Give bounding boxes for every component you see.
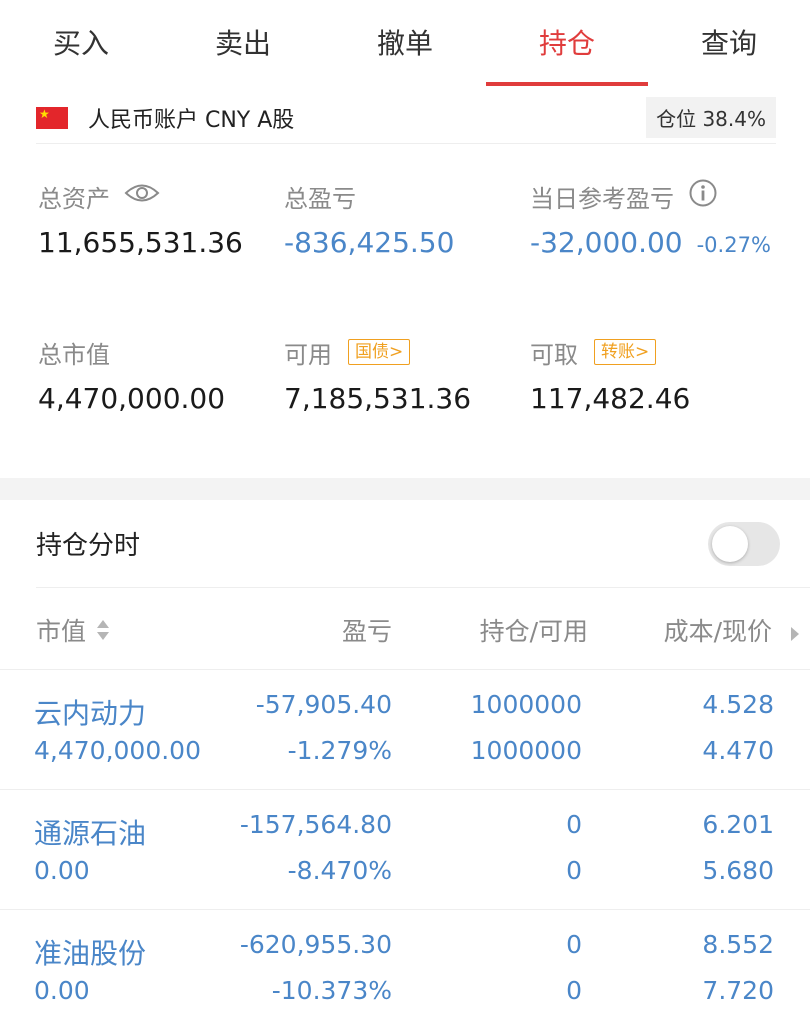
total-pl-value: -836,425.50 (284, 226, 455, 259)
stock-hold: 0 (566, 810, 582, 839)
tab-sell[interactable]: 卖出 (162, 0, 324, 88)
positions-column-header: 市值 盈亏 持仓/可用 成本/现价 (0, 588, 810, 670)
stock-hold: 1000000 (470, 690, 582, 719)
column-market-value-label: 市值 (36, 617, 87, 646)
stat-withdrawable: 可取 转账> 117,482.46 (530, 336, 690, 415)
stock-cost: 6.201 (702, 810, 774, 839)
stock-hold: 0 (566, 930, 582, 959)
tab-cancel[interactable]: 撤单 (324, 0, 486, 88)
stock-pl: -157,564.80 (239, 810, 392, 839)
total-pl-label: 总盈亏 (284, 184, 356, 213)
stock-available: 1000000 (470, 736, 582, 765)
stock-market-value: 0.00 (34, 976, 90, 1005)
section-divider (0, 478, 810, 500)
available-value: 7,185,531.36 (284, 382, 472, 415)
tab-bar: 买入 卖出 撤单 持仓 查询 (0, 0, 810, 88)
stock-cost: 8.552 (702, 930, 774, 959)
stock-available: 0 (566, 856, 582, 885)
market-value-value: 4,470,000.00 (38, 382, 226, 415)
transfer-tag[interactable]: 转账> (594, 339, 657, 365)
stock-cost: 4.528 (702, 690, 774, 719)
tab-buy[interactable]: 买入 (0, 0, 162, 88)
stat-available: 可用 国债> 7,185,531.36 (284, 336, 471, 415)
stock-pl-pct: -8.470% (287, 856, 392, 885)
available-label: 可用 (284, 340, 332, 369)
position-ratio-badge: 仓位 38.4% (646, 97, 776, 138)
stock-pl: -57,905.40 (255, 690, 392, 719)
daily-pl-value-row: -32,000.00 -0.27% (530, 226, 771, 259)
daily-pl-pct: -0.27% (696, 233, 771, 257)
scroll-right-icon[interactable] (790, 619, 800, 648)
market-value-label: 总市值 (38, 340, 110, 369)
position-row[interactable]: 通源石油 0.00 -157,564.80 -8.470% 0 0 6.201 … (0, 790, 810, 910)
stock-name[interactable]: 准油股份 (34, 932, 146, 972)
withdrawable-value: 117,482.46 (530, 382, 691, 415)
position-row[interactable]: 云内动力 4,470,000.00 -57,905.40 -1.279% 100… (0, 670, 810, 790)
stock-name[interactable]: 通源石油 (34, 812, 146, 852)
tab-query[interactable]: 查询 (648, 0, 810, 88)
stat-total-assets: 总资产 11,655,531.36 (38, 180, 243, 260)
daily-pl-label: 当日参考盈亏 (530, 184, 674, 213)
stock-name[interactable]: 云内动力 (34, 692, 146, 732)
column-price-label: 成本/现价 (663, 617, 773, 646)
position-row[interactable]: 准油股份 0.00 -620,955.30 -10.373% 0 0 8.552… (0, 910, 810, 1030)
stock-price: 7.720 (702, 976, 774, 1005)
column-market-value[interactable]: 市值 (36, 612, 110, 648)
daily-pl-value: -32,000.00 (530, 226, 683, 259)
stat-market-value: 总市值 4,470,000.00 (38, 336, 226, 416)
position-ratio-label: 仓位 (656, 107, 697, 131)
toggle-knob (712, 525, 748, 562)
stock-pl: -620,955.30 (239, 930, 392, 959)
stock-market-value: 4,470,000.00 (34, 736, 201, 765)
stock-pl-pct: -10.373% (271, 976, 392, 1005)
positions-timeline-title: 持仓分时 (36, 531, 141, 561)
stock-market-value: 0.00 (34, 856, 90, 885)
account-bar: ★ 人民币账户 CNY A股 仓位 38.4% (36, 92, 776, 144)
positions-timeline-header: 持仓分时 (36, 500, 810, 588)
sort-icon[interactable] (96, 618, 110, 648)
eye-icon[interactable] (124, 182, 160, 210)
column-price[interactable]: 成本/现价 (664, 612, 800, 648)
stock-available: 0 (566, 976, 582, 1005)
position-ratio-value: 38.4% (702, 107, 766, 131)
column-pl[interactable]: 盈亏 (342, 612, 392, 648)
total-assets-label: 总资产 (38, 184, 110, 213)
account-label[interactable]: 人民币账户 CNY A股 (88, 102, 294, 134)
total-assets-value: 11,655,531.36 (38, 226, 243, 259)
column-hold[interactable]: 持仓/可用 (480, 612, 588, 648)
withdrawable-label: 可取 (530, 340, 578, 369)
stat-daily-pl: 当日参考盈亏 -32,000.00 -0.27% (530, 178, 771, 259)
positions-timeline-toggle[interactable] (708, 521, 780, 566)
stock-price: 4.470 (702, 736, 774, 765)
treasury-bond-tag[interactable]: 国债> (348, 339, 411, 365)
info-icon[interactable] (688, 178, 718, 214)
china-flag-icon: ★ (36, 106, 68, 129)
stock-pl-pct: -1.279% (287, 736, 392, 765)
stat-total-pl: 总盈亏 -836,425.50 (284, 180, 455, 260)
stock-price: 5.680 (702, 856, 774, 885)
tab-positions[interactable]: 持仓 (486, 0, 648, 88)
